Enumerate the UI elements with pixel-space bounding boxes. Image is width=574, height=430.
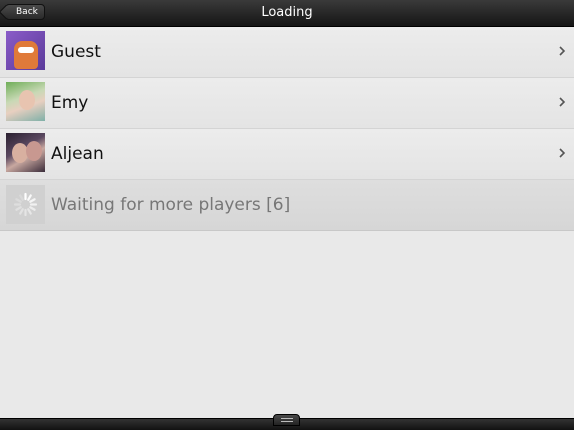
emy-avatar [6, 82, 45, 121]
photo-avatar-icon [26, 141, 42, 161]
page-title: Loading [261, 5, 313, 20]
drawer-handle-icon[interactable] [273, 414, 300, 426]
waiting-status-text: Waiting for more players [6] [51, 195, 291, 215]
navigation-bar: Back Loading [0, 0, 574, 27]
player-row-aljean[interactable]: Aljean [0, 129, 574, 180]
monster-avatar-icon [14, 41, 38, 69]
chevron-right-icon [559, 97, 566, 107]
chevron-right-icon [559, 46, 566, 56]
player-row-guest[interactable]: Guest [0, 27, 574, 78]
photo-avatar-icon [19, 90, 35, 110]
waiting-row: Waiting for more players [6] [0, 180, 574, 231]
aljean-avatar [6, 133, 45, 172]
player-name: Emy [51, 93, 89, 113]
player-name: Aljean [51, 144, 104, 164]
player-row-emy[interactable]: Emy [0, 78, 574, 129]
chevron-right-icon [559, 148, 566, 158]
guest-avatar [6, 31, 45, 70]
spinner-icon [13, 192, 38, 217]
spinner-container [6, 185, 45, 224]
player-name: Guest [51, 42, 101, 62]
player-list: Guest Emy Aljean Waiting for more player… [0, 27, 574, 231]
